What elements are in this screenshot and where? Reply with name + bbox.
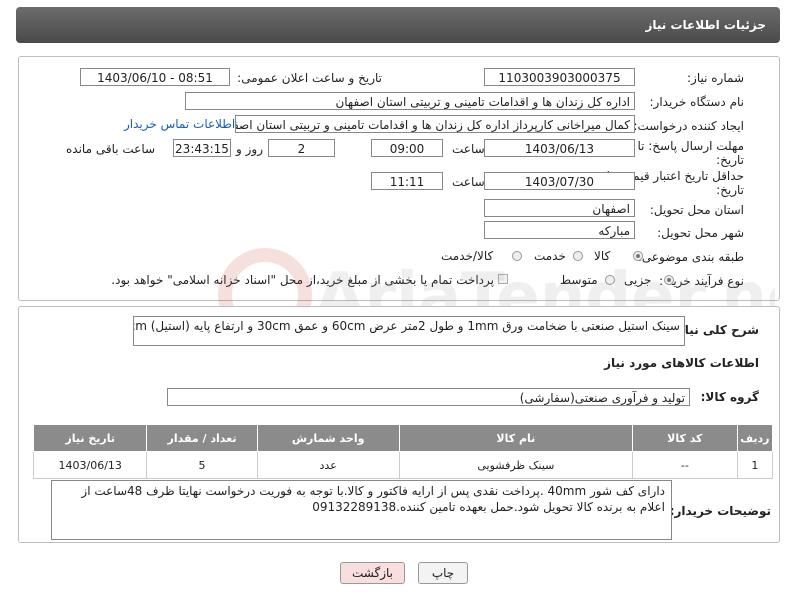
col-date: تاریخ نیاز: [32, 424, 148, 452]
treasury-payment-checkbox[interactable]: [498, 274, 508, 284]
remaining-label: ساعت باقی مانده: [66, 142, 156, 156]
buyer-org-label: نام دستگاه خریدار:: [649, 95, 745, 109]
col-code: کد کالا: [631, 424, 738, 452]
price-validity-label-2: تاریخ:: [716, 183, 744, 197]
cell-qty: 5: [146, 451, 258, 479]
cell-unit: عدد: [256, 451, 400, 479]
province-field: اصفهان: [484, 199, 635, 217]
buyer-notes-label: توضیحات خریدار:: [669, 504, 771, 518]
creator-field: کمال میراخانی کارپرداز اداره کل زندان ها…: [235, 115, 635, 133]
announce-label: تاریخ و ساعت اعلان عمومی:: [237, 71, 382, 85]
buyer-notes-field: دارای کف شور 40mm .پرداخت نقدی پس از ارا…: [51, 480, 672, 540]
category-both-label: کالا/خدمت: [441, 249, 494, 263]
province-label: استان محل تحویل:: [649, 203, 744, 217]
process-minor-radio[interactable]: [664, 275, 674, 285]
deadline-label-2: تاریخ:: [716, 153, 744, 167]
cell-name: سینک ظرفشویی: [398, 451, 633, 479]
need-number-label: شماره نیاز:: [687, 71, 744, 85]
buyer-org-field: اداره کل زندان ها و اقدامات تامینی و ترب…: [185, 92, 635, 110]
process-medium-radio[interactable]: [605, 275, 615, 285]
process-medium-label: متوسط: [560, 273, 598, 287]
category-both-radio[interactable]: [512, 251, 522, 261]
table-row: 1 -- سینک ظرفشویی عدد 5 1403/06/13: [32, 451, 774, 479]
deadline-date-field: 1403/06/13: [484, 139, 635, 157]
creator-label: ایجاد کننده درخواست:: [633, 119, 744, 133]
city-label: شهر محل تحویل:: [657, 226, 744, 240]
days-label: روز و: [236, 142, 263, 156]
days-field: 2: [268, 139, 335, 157]
col-unit: واحد شمارش: [256, 424, 400, 452]
deadline-time-label: ساعت: [452, 142, 485, 156]
goods-group-field: تولید و فرآوری صنعتی(سفارشی): [167, 388, 690, 406]
cell-row: 1: [736, 451, 774, 479]
cell-date: 1403/06/13: [32, 451, 148, 479]
print-button[interactable]: چاپ: [418, 562, 468, 584]
table-header-row: ردیف کد کالا نام کالا واحد شمارش تعداد /…: [32, 424, 774, 452]
col-row: ردیف: [736, 424, 774, 452]
col-qty: تعداد / مقدار: [146, 424, 258, 452]
price-validity-time-field: 11:11: [371, 172, 443, 190]
items-table: ردیف کد کالا نام کالا واحد شمارش تعداد /…: [32, 424, 774, 479]
cell-code: --: [631, 451, 738, 479]
category-goods-radio[interactable]: [633, 251, 643, 261]
price-validity-time-label: ساعت: [452, 175, 485, 189]
category-label: طبقه بندی موضوعی:: [637, 250, 744, 264]
goods-group-label: گروه کالا:: [700, 390, 759, 404]
deadline-time-field: 09:00: [371, 139, 443, 157]
back-button[interactable]: بازگشت: [340, 562, 405, 584]
description-field: سینک استیل صنعتی با ضخامت ورق 1mm و طول …: [133, 316, 685, 346]
page-header: جزئیات اطلاعات نیاز: [16, 7, 780, 43]
deadline-label: مهلت ارسال پاسخ: تا: [637, 139, 744, 153]
city-field: مبارکه: [484, 221, 635, 239]
goods-section-title: اطلاعات کالاهای مورد نیاز: [604, 356, 759, 370]
price-validity-date-field: 1403/07/30: [484, 172, 635, 190]
need-number-field: 1103003903000375: [484, 68, 635, 86]
category-goods-label: کالا: [594, 249, 611, 263]
treasury-payment-note: پرداخت تمام یا بخشی از مبلغ خرید،از محل …: [111, 273, 494, 287]
category-service-radio[interactable]: [573, 251, 583, 261]
process-minor-label: جزیی: [624, 273, 652, 287]
contact-buyer-link[interactable]: اطلاعات تماس خریدار: [124, 117, 235, 131]
page-title: جزئیات اطلاعات نیاز: [645, 18, 766, 32]
description-label: شرح کلی نیاز:: [673, 323, 759, 337]
remaining-time-field: 23:43:15: [173, 139, 231, 157]
col-name: نام کالا: [398, 424, 633, 452]
announce-field: 1403/06/10 - 08:51: [80, 68, 230, 86]
category-service-label: خدمت: [534, 249, 566, 263]
